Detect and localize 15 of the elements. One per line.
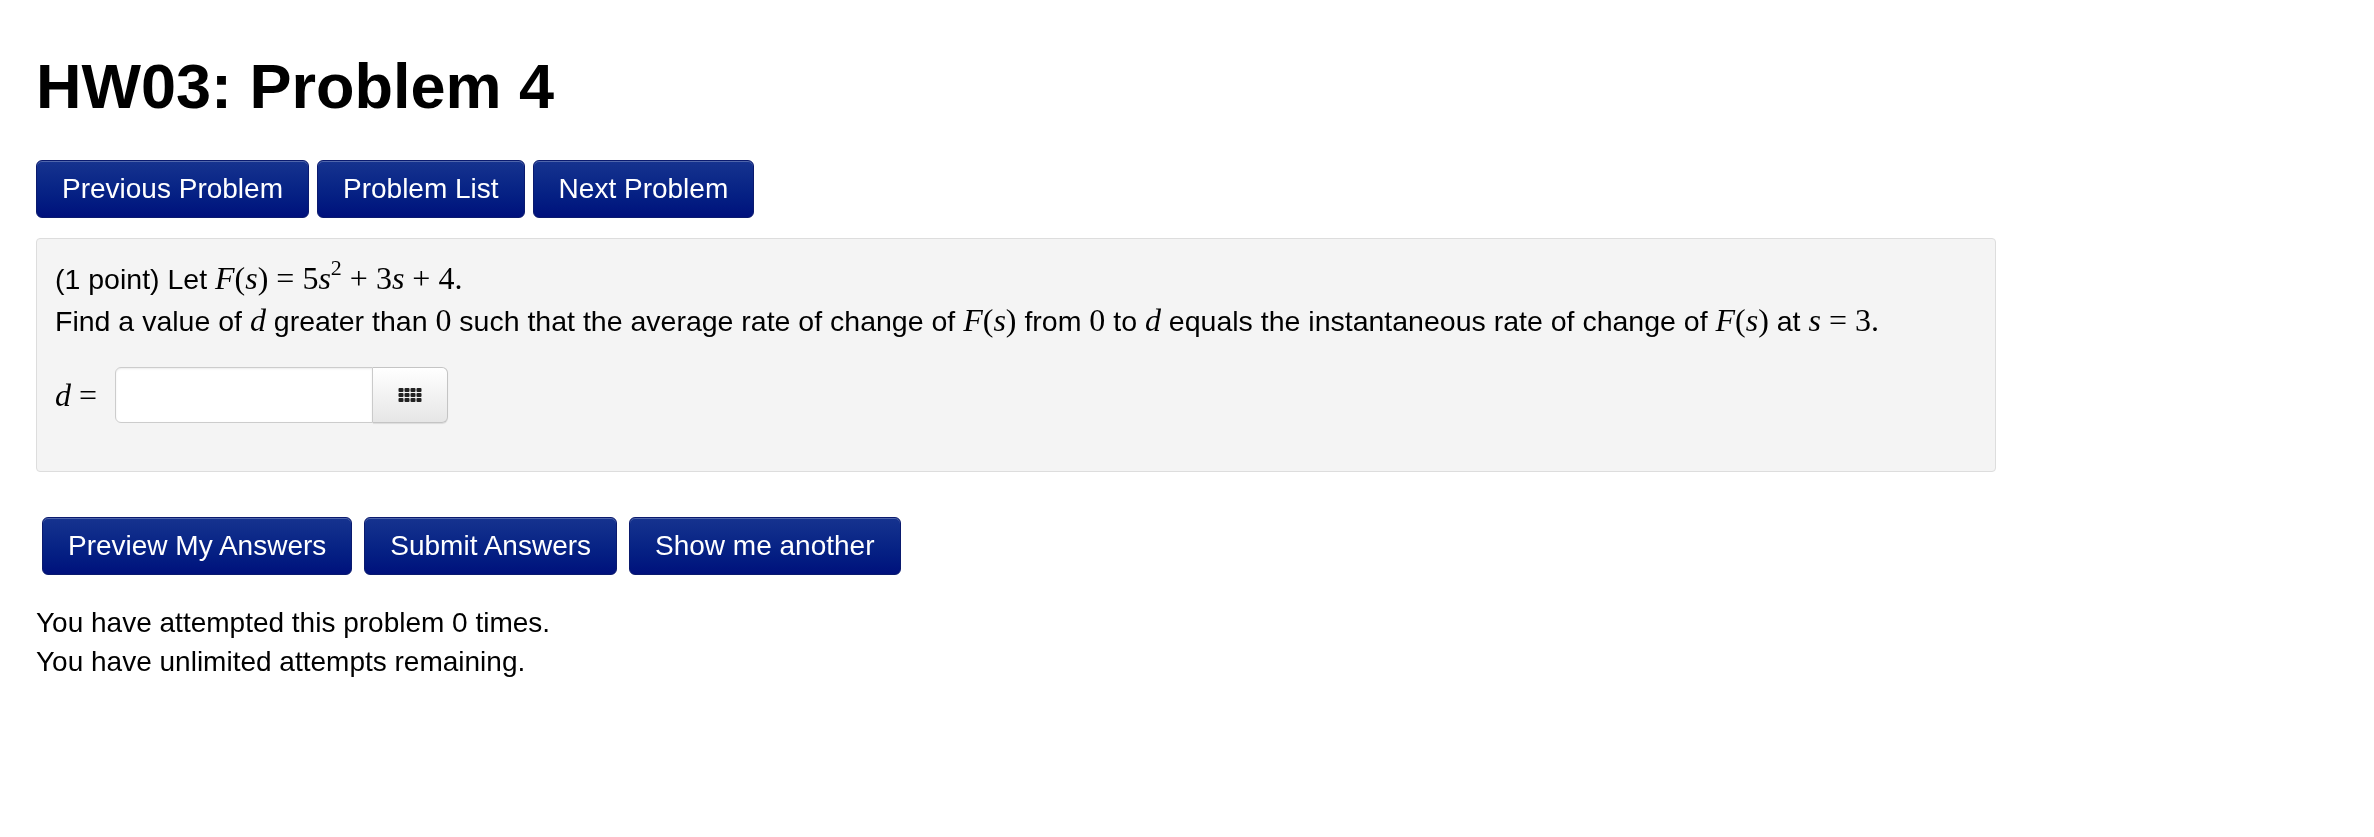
attempts-status-text: You have attempted this problem 0 times. [36, 606, 551, 640]
keypad-button[interactable] [373, 367, 449, 423]
keypad-grid-icon [398, 388, 423, 402]
attempts-status-text: You have unlimited attempts remaining. [36, 645, 526, 679]
problem-question-text: Find a value of d greater than 0 such that the average rate of change of F(s) from 0 to d equals the instantaneous rate of change of F(s) at s = 3. [55, 301, 1879, 340]
submit-action-button[interactable]: Preview My Answers [42, 517, 353, 575]
submit-action-button[interactable]: Submit Answers [364, 517, 618, 575]
answer-input-field[interactable] [115, 367, 374, 423]
nav-button[interactable]: Next Problem [532, 160, 755, 218]
answer-label: d = [55, 376, 98, 415]
nav-button[interactable]: Problem List [317, 160, 525, 218]
page-title: HW03: Problem 4 [36, 50, 555, 120]
nav-button[interactable]: Previous Problem [36, 160, 309, 218]
submit-action-button[interactable]: Show me another [629, 517, 901, 575]
problem-intro-text: (1 point) Let F(s) = 5s$^{2}$ + 3s + 4. [55, 258, 463, 298]
